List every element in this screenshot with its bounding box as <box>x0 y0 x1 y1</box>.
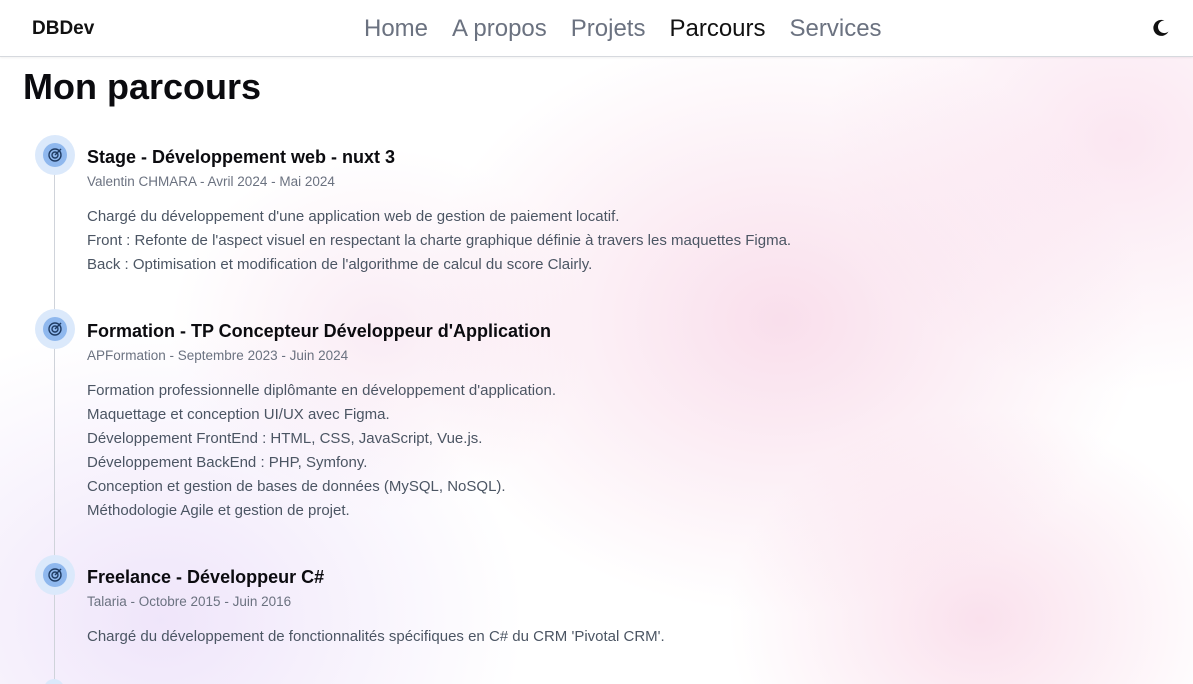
navbar: DBDev Home A propos Projets Parcours Ser… <box>0 0 1193 57</box>
entry-line: Back : Optimisation et modification de l… <box>87 256 593 273</box>
timeline-line <box>54 157 55 684</box>
entry-title: Stage - Développement web - nuxt 3 <box>87 147 396 167</box>
target-icon <box>35 555 75 595</box>
entry-line: Conception et gestion de bases de donnée… <box>87 478 506 495</box>
target-icon <box>35 135 75 175</box>
entry-description: Chargé du développement d'une applicatio… <box>87 205 791 277</box>
page-title: Mon parcours <box>23 66 262 107</box>
entry-title: Formation - TP Concepteur Développeur d'… <box>87 321 551 341</box>
nav-link-a-propos[interactable]: A propos <box>452 14 547 44</box>
entry-meta: Valentin CHMARA - Avril 2024 - Mai 2024 <box>87 174 335 189</box>
brand-logo[interactable]: DBDev <box>32 18 94 40</box>
entry-meta: APFormation - Septembre 2023 - Juin 2024 <box>87 348 349 363</box>
nav-link-parcours[interactable]: Parcours <box>669 14 765 44</box>
moon-icon[interactable] <box>1151 18 1171 38</box>
nav-link-services[interactable]: Services <box>790 14 882 44</box>
entry-description: Formation professionnelle diplômante en … <box>87 379 556 523</box>
entry-line: Développement FrontEnd : HTML, CSS, Java… <box>87 430 483 447</box>
nav-link-home[interactable]: Home <box>364 14 428 44</box>
entry-line: Maquettage et conception UI/UX avec Figm… <box>87 406 390 423</box>
entry-line: Front : Refonte de l'aspect visuel en re… <box>87 232 792 249</box>
main-content: Mon parcours Stage - Développement web -… <box>0 57 1193 684</box>
entry-meta: Talaria - Octobre 2015 - Juin 2016 <box>87 594 292 609</box>
entry-description: Chargé du développement de fonctionnalit… <box>87 625 665 649</box>
entry-title: Freelance - Développeur C# <box>87 567 325 587</box>
nav-link-projets[interactable]: Projets <box>571 14 646 44</box>
entry-line: Développement BackEnd : PHP, Symfony. <box>87 454 368 471</box>
entry-line: Formation professionnelle diplômante en … <box>87 382 556 399</box>
timeline-next-marker <box>44 679 64 684</box>
entry-line: Chargé du développement de fonctionnalit… <box>87 628 665 645</box>
entry-line: Méthodologie Agile et gestion de projet. <box>87 502 350 519</box>
target-icon <box>35 309 75 349</box>
main-nav: Home A propos Projets Parcours Services <box>364 14 882 44</box>
entry-line: Chargé du développement d'une applicatio… <box>87 208 620 225</box>
